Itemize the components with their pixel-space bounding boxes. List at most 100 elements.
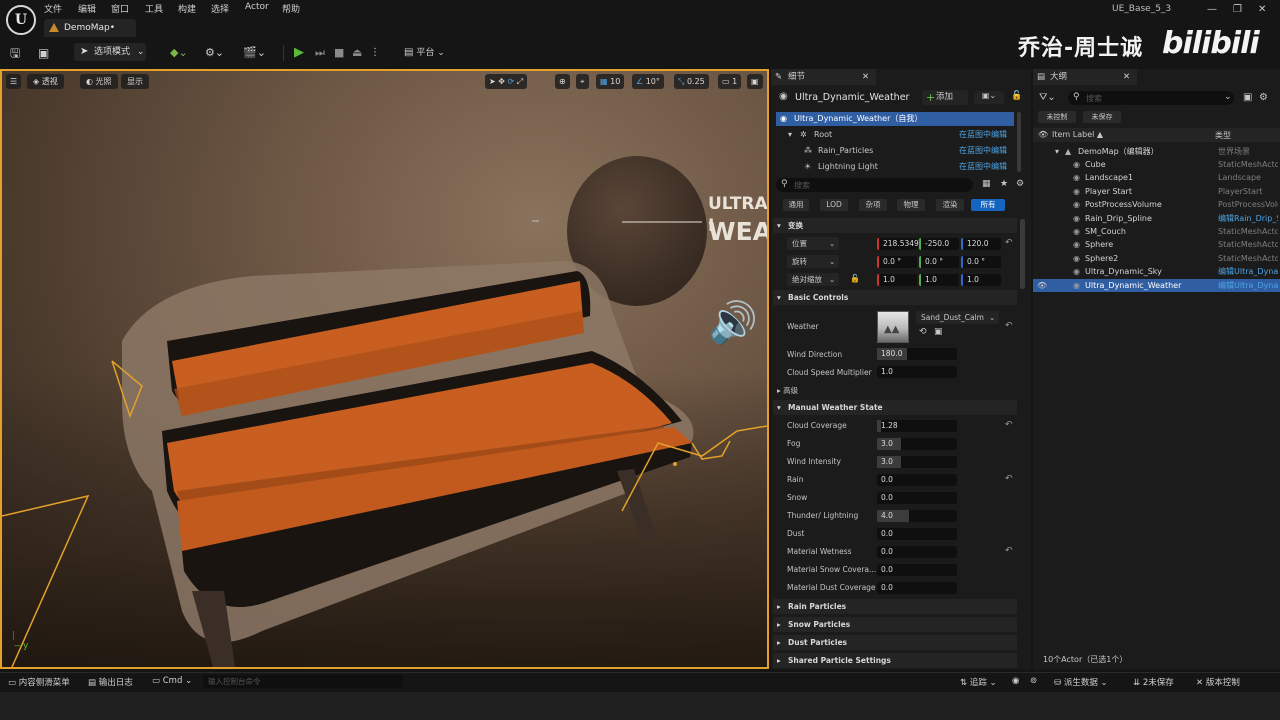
stop-icon[interactable]: ■ <box>334 44 344 62</box>
material-snow-coverage-slider[interactable]: 0.0 <box>877 564 957 576</box>
source-control-button[interactable]: ✕ 版本控制 <box>1196 676 1240 688</box>
menu-tools[interactable]: 工具 <box>145 2 163 15</box>
viewport-layout-icon[interactable]: ▣ <box>747 74 763 89</box>
record-icon[interactable]: ◉ <box>1012 676 1019 686</box>
lighting-button[interactable]: ◐ 光照 <box>80 74 118 89</box>
details-scrollbar[interactable] <box>1020 219 1025 289</box>
visibility-icon[interactable]: 👁 <box>1037 279 1047 292</box>
viewport-menu-icon[interactable]: ☰ <box>6 74 22 89</box>
unreal-logo-icon[interactable]: U <box>6 5 36 35</box>
transform-location-y[interactable]: -250.0 <box>919 238 959 250</box>
uncontrolled-filter[interactable]: 未控制 <box>1038 111 1076 123</box>
transform-scale-x[interactable]: 1.0 <box>877 274 917 286</box>
fog-slider[interactable]: 3.0 <box>877 438 957 450</box>
surface-snap-icon[interactable]: ⌖ <box>576 74 589 89</box>
menu-select[interactable]: 选择 <box>211 2 229 15</box>
column-item-label[interactable]: Item Label ▲ <box>1052 130 1103 139</box>
weather-asset-dropdown[interactable]: Sand_Dust_Calm ⌄ <box>916 311 999 324</box>
transform-rotation-z[interactable]: 0.0 ° <box>961 256 1001 268</box>
advanced-toggle[interactable]: ▸ 高级 <box>777 385 798 396</box>
outliner-row[interactable]: ◉ Ultra_Dynamic_Sky 编辑Ultra_Dynamic_Sky <box>1033 265 1280 278</box>
grid-snap-button[interactable]: ▦ 10 <box>596 74 625 89</box>
select-mode-dropdown[interactable]: ➤ 选项模式 ⌄ <box>74 43 146 61</box>
transform-scale-dropdown[interactable]: 绝对缩放 ⌄ <box>787 273 839 286</box>
component-row-root[interactable]: ▾ ✲ Root 在蓝图中编辑 <box>776 128 1014 142</box>
reset-icon[interactable]: ↶ <box>1005 546 1013 556</box>
transform-location-x[interactable]: 218.5349 <box>877 238 919 250</box>
details-search-input[interactable]: ⚲ 搜索 <box>776 178 973 192</box>
filter-tab-all[interactable]: 所有 <box>971 199 1005 211</box>
find-in-browser-icon[interactable]: ▣ <box>934 327 943 337</box>
eject-icon[interactable]: ⏏ <box>352 44 362 62</box>
star-icon[interactable]: ★ <box>1000 179 1008 189</box>
transform-scale-y[interactable]: 1.0 <box>919 274 959 286</box>
menu-file[interactable]: 文件 <box>44 2 62 15</box>
section-snow-particles[interactable]: ▸ Snow Particles <box>773 617 1017 632</box>
dust-slider[interactable]: 0.0 <box>877 528 957 540</box>
tab-outliner[interactable]: ▤ 大纲 ✕ <box>1033 69 1137 85</box>
filter-tab-misc[interactable]: 杂项 <box>859 199 887 211</box>
show-button[interactable]: 显示 <box>121 74 149 89</box>
revision-control-icon[interactable]: ⊚ <box>1030 676 1037 686</box>
section-manual-weather[interactable]: ▾ Manual Weather State <box>773 400 1017 415</box>
unsaved-filter[interactable]: 未保存 <box>1083 111 1121 123</box>
outliner-row[interactable]: ◉ SM_Couch StaticMeshActor <box>1033 225 1280 238</box>
derived-data-button[interactable]: ⛁ 派生数据 ⌄ <box>1054 676 1108 688</box>
content-drawer-button[interactable]: ▭ 内容侧滑菜单 <box>8 676 70 688</box>
outliner-row[interactable]: ◉ Player Start PlayerStart <box>1033 185 1280 198</box>
play-icon[interactable]: ▶ <box>294 44 304 62</box>
outliner-row[interactable]: ◉ Sphere2 StaticMeshActor <box>1033 252 1280 265</box>
section-shared-particle-settings[interactable]: ▸ Shared Particle Settings <box>773 653 1017 668</box>
save-icon[interactable]: 🖫 <box>10 44 20 62</box>
filter-tab-general[interactable]: 通用 <box>783 199 809 211</box>
component-tree-scrollbar[interactable] <box>1017 112 1021 172</box>
output-log-button[interactable]: ▤ 输出日志 <box>88 676 133 688</box>
outliner-search-input[interactable]: ⚲ 搜索 ⌄ <box>1068 91 1234 105</box>
table-view-icon[interactable]: ▦ <box>982 179 991 189</box>
outliner-row[interactable]: ◉ Rain_Drip_Spline 编辑Rain_Drip_Spline <box>1033 212 1280 225</box>
menu-help[interactable]: 帮助 <box>282 2 300 15</box>
outliner-row[interactable]: ◉ Sphere StaticMeshActor <box>1033 238 1280 251</box>
settings-icon[interactable]: ⚙ <box>1259 92 1268 103</box>
minimize-button[interactable]: — <box>1207 4 1217 15</box>
cloud-coverage-slider[interactable]: 1.28 <box>877 420 957 432</box>
outliner-item-type[interactable]: 编辑Rain_Drip_Spline <box>1218 212 1278 225</box>
transform-location-z[interactable]: 120.0 <box>961 238 1001 250</box>
rain-slider[interactable]: 0.0 <box>877 474 957 486</box>
lock-icon[interactable]: 🔓 <box>850 274 860 283</box>
visibility-icon[interactable]: 👁 <box>1038 130 1048 139</box>
level-viewport[interactable]: ULTRA I WEA 🔊 ☰ ◈ 透视 ◐ 光照 显示 ➤ ✥ ⟳ ⤢ ⊕ ⌖… <box>0 69 769 669</box>
unsaved-button[interactable]: ⇊ 2未保存 <box>1133 676 1174 688</box>
menu-build[interactable]: 构建 <box>178 2 196 15</box>
edit-in-blueprint-link[interactable]: 在蓝图中编辑 <box>959 160 1007 174</box>
close-icon[interactable]: ✕ <box>1123 69 1130 85</box>
add-actor-icon[interactable]: ◆⌄ <box>170 44 188 62</box>
filter-tab-rendering[interactable]: 渲染 <box>936 199 964 211</box>
scale-snap-button[interactable]: ⤡ 0.25 <box>674 74 709 89</box>
bench-mesh[interactable] <box>2 71 767 667</box>
reset-icon[interactable]: ↶ <box>1005 238 1013 248</box>
cloud-speed-input[interactable]: 1.0 <box>877 366 957 378</box>
outliner-row-demomap[interactable]: ▾ ▲ DemoMap（编辑器） 世界场景 <box>1033 145 1280 158</box>
material-dust-coverage-slider[interactable]: 0.0 <box>877 582 957 594</box>
select-tool-icon[interactable]: ➤ ✥ ⟳ ⤢ <box>485 74 528 89</box>
world-space-icon[interactable]: ⊕ <box>555 74 570 89</box>
perspective-button[interactable]: ◈ 透视 <box>27 74 64 89</box>
transform-rotation-y[interactable]: 0.0 ° <box>919 256 959 268</box>
section-transform[interactable]: ▾ 变换 <box>773 218 1017 233</box>
wind-direction-input[interactable]: 180.0 <box>877 348 957 360</box>
outliner-item-type[interactable]: 编辑Ultra_Dynamic_Sky <box>1218 265 1278 278</box>
settings-icon[interactable]: ⚙ <box>1016 179 1024 189</box>
outliner-item-type[interactable]: 编辑Ultra_Dynamic_Weather <box>1218 279 1278 292</box>
camera-speed-button[interactable]: ▭ 1 <box>718 74 742 89</box>
add-folder-icon[interactable]: ▣ <box>1243 92 1252 103</box>
audio-speaker-icon[interactable]: 🔊 <box>708 299 758 346</box>
section-dust-particles[interactable]: ▸ Dust Particles <box>773 635 1017 650</box>
trace-button[interactable]: ⇅ 追踪 ⌄ <box>960 676 997 688</box>
lock-icon[interactable]: 🔓 <box>1011 91 1022 101</box>
weather-thumbnail[interactable]: ▲▲ <box>877 311 909 343</box>
section-basic-controls[interactable]: ▾ Basic Controls <box>773 290 1017 305</box>
reset-icon[interactable]: ↶ <box>1005 420 1013 430</box>
platform-dropdown[interactable]: ▤ 平台 ⌄ <box>404 44 445 62</box>
maximize-button[interactable]: ❐ <box>1233 4 1242 15</box>
